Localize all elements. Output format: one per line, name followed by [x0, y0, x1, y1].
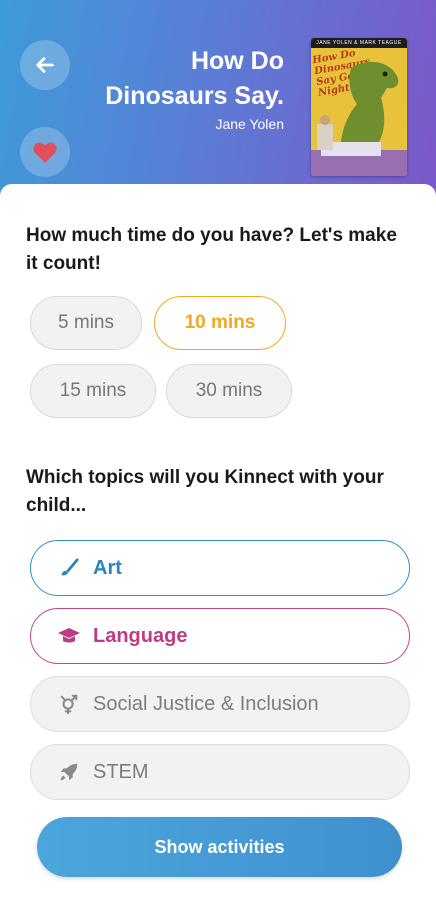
book-title: How Do Dinosaurs Say. — [64, 44, 284, 114]
gender-symbols-icon — [57, 692, 81, 716]
topic-stem[interactable]: STEM — [30, 744, 410, 800]
topics-question: Which topics will you Kinnect with your … — [26, 467, 384, 516]
time-option-15-mins[interactable]: 15 mins — [30, 364, 156, 418]
time-option-10-mins[interactable]: 10 mins — [154, 296, 286, 350]
book-title-line1: How Do — [190, 47, 284, 75]
show-activities-button[interactable]: Show activities — [37, 817, 402, 877]
book-cover-image: JANE YOLEN & MARK TEAGUE How Do Dinosaur… — [311, 38, 407, 176]
time-option-30-mins[interactable]: 30 mins — [166, 364, 292, 418]
back-button[interactable] — [20, 40, 70, 90]
topic-art-label: Art — [93, 556, 122, 579]
topic-language-label: Language — [93, 624, 188, 647]
book-author: Jane Yolen — [215, 116, 284, 132]
heart-icon — [33, 142, 57, 163]
topic-social-justice-inclusion[interactable]: Social Justice & Inclusion — [30, 676, 410, 732]
time-option-5-mins[interactable]: 5 mins — [30, 296, 142, 350]
book-header: How Do Dinosaurs Say. Jane Yolen JANE YO… — [0, 0, 436, 200]
topic-social-justice-label: Social Justice & Inclusion — [93, 692, 319, 715]
graduation-cap-icon — [57, 624, 81, 648]
book-title-line2: Dinosaurs Say. — [105, 82, 284, 110]
favorite-button[interactable] — [20, 127, 70, 177]
arrow-left-icon — [36, 57, 54, 73]
topic-stem-label: STEM — [93, 760, 149, 783]
topic-art[interactable]: Art — [30, 540, 410, 596]
rocket-icon — [57, 760, 81, 784]
cover-illustration — [311, 61, 407, 176]
time-question: How much time do you have? Let's make it… — [26, 225, 397, 274]
paintbrush-icon — [57, 556, 81, 580]
topic-language[interactable]: Language — [30, 608, 410, 664]
